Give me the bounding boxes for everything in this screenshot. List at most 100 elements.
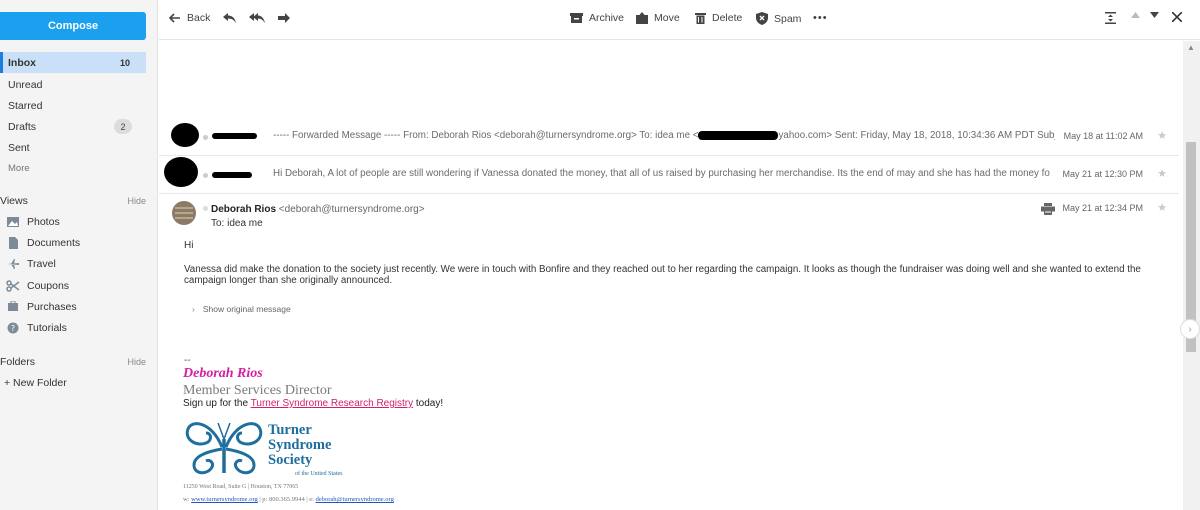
move-button[interactable]: Move <box>636 12 680 24</box>
print-button[interactable] <box>1041 203 1055 218</box>
thread-message-row[interactable]: ----- Forwarded Message ----- From: Debo… <box>159 118 1179 156</box>
chevron-right-icon: › <box>192 304 195 314</box>
expand-collapse-icon <box>1105 12 1116 24</box>
shield-icon <box>756 12 768 25</box>
folders-hide-link[interactable]: Hide <box>127 357 146 367</box>
move-icon <box>636 12 648 24</box>
snippet-text: yahoo.com> Sent: Friday, May 18, 2018, 1… <box>778 130 1055 141</box>
compose-button[interactable]: Compose <box>0 12 146 40</box>
star-icon[interactable]: ★ <box>1157 167 1167 180</box>
sender-line: Deborah Rios <deborah@turnersyndrome.org… <box>211 204 425 215</box>
back-label: Back <box>187 12 211 24</box>
status-dot <box>203 173 208 178</box>
scissors-icon <box>6 280 20 292</box>
caret-up-icon <box>1131 12 1140 18</box>
logo-text-line: Syndrome <box>268 437 332 453</box>
thread-message-row[interactable]: Hi Deborah, A lot of people are still wo… <box>159 156 1179 194</box>
archive-label: Archive <box>589 12 625 24</box>
sidebar-item-sent[interactable]: Sent <box>0 137 146 158</box>
forward-button[interactable] <box>277 12 297 24</box>
message-body-line: Vanessa did make the donation to the soc… <box>184 264 1141 275</box>
star-icon[interactable]: ★ <box>1157 129 1167 142</box>
sidebar-item-tutorials[interactable]: ? Tutorials <box>6 322 67 334</box>
more-actions-button[interactable]: ••• <box>813 12 828 24</box>
message-pane: ----- Forwarded Message ----- From: Debo… <box>159 41 1183 510</box>
next-message-button[interactable] <box>1150 12 1165 18</box>
sidebar-item-label: Purchases <box>27 301 77 313</box>
forward-icon <box>278 13 290 23</box>
sidebar-item-inbox[interactable]: Inbox 10 <box>0 52 146 73</box>
redacted-sender <box>212 172 252 178</box>
sidebar-item-label: Travel <box>27 258 56 270</box>
registry-link[interactable]: Turner Syndrome Research Registry <box>251 398 413 409</box>
signup-text: today! <box>413 398 444 409</box>
logo-text-line: Turner <box>268 422 312 438</box>
sidebar-item-label: Drafts <box>8 120 37 133</box>
sidebar-item-photos[interactable]: Photos <box>6 216 60 228</box>
message-snippet: ----- Forwarded Message ----- From: Debo… <box>273 130 1055 141</box>
butterfly-logo-icon <box>185 422 263 475</box>
delete-button[interactable]: Delete <box>695 12 742 24</box>
reply-all-button[interactable] <box>249 12 272 24</box>
logo-wordmark: Turner Syndrome Society <box>268 423 331 468</box>
move-label: Move <box>654 12 680 24</box>
status-dot <box>203 135 208 140</box>
signature-title: Member Services Director <box>183 383 332 398</box>
sidebar-item-label: Coupons <box>27 280 70 292</box>
sidebar-item-label: Starred <box>8 99 43 112</box>
scrollbar[interactable]: ▲ <box>1183 41 1200 510</box>
sender-name[interactable]: Deborah Rios <box>211 204 276 215</box>
sidebar-item-coupons[interactable]: Coupons <box>6 280 69 292</box>
sender-email: <deborah@turnersyndrome.org> <box>278 204 425 215</box>
recipient-line: To: idea me <box>211 218 263 229</box>
back-button[interactable]: Back <box>169 12 210 24</box>
redacted-email <box>698 130 779 140</box>
sidebar: Compose Inbox 10 Unread Starred Drafts 2… <box>0 0 158 510</box>
sidebar-item-label: Documents <box>27 237 81 249</box>
archive-icon <box>570 13 583 23</box>
sidebar-item-drafts[interactable]: Drafts 2 <box>0 116 146 137</box>
redacted-avatar <box>171 123 199 147</box>
folders-header: Folders Hide <box>0 356 146 368</box>
spam-label: Spam <box>774 12 802 25</box>
chevron-right-icon[interactable]: › <box>1180 319 1200 339</box>
snippet-text: ----- Forwarded Message ----- From: Debo… <box>273 130 699 141</box>
sidebar-item-travel[interactable]: Travel <box>6 258 56 270</box>
website-link[interactable]: www.turnersyndrome.org <box>191 496 258 503</box>
archive-button[interactable]: Archive <box>570 12 624 24</box>
arrow-left-icon <box>169 13 180 23</box>
sidebar-item-documents[interactable]: Documents <box>6 237 80 249</box>
close-button[interactable] <box>1172 12 1188 22</box>
scroll-up-icon[interactable]: ▲ <box>1187 43 1195 52</box>
contact-text: | p: 800.365.9944 | e: <box>257 496 316 503</box>
signature-name: Deborah Rios <box>183 366 263 381</box>
sidebar-item-starred[interactable]: Starred <box>0 95 146 116</box>
sidebar-item-more[interactable]: More <box>0 158 146 179</box>
message-body-line: campaign longer than she originally anno… <box>184 275 393 286</box>
message-date: May 21 at 12:30 PM <box>1062 169 1143 179</box>
previous-message-button[interactable] <box>1131 12 1146 18</box>
email-link[interactable]: deborah@turnersyndrome.org <box>316 496 394 503</box>
expand-button[interactable] <box>1105 12 1122 24</box>
star-icon[interactable]: ★ <box>1157 201 1167 214</box>
reply-button[interactable] <box>222 12 243 24</box>
close-icon <box>1172 12 1182 22</box>
sidebar-item-label: Photos <box>27 216 60 228</box>
caret-down-icon <box>1150 12 1159 18</box>
show-original-toggle[interactable]: › Show original message <box>192 304 291 314</box>
trash-icon <box>695 13 706 24</box>
spam-button[interactable]: Spam <box>756 12 801 25</box>
signup-text: Sign up for the <box>183 398 251 409</box>
delete-label: Delete <box>712 12 743 24</box>
reply-icon <box>223 13 236 23</box>
printer-icon <box>1041 203 1055 215</box>
photo-icon <box>7 217 19 227</box>
sidebar-item-purchases[interactable]: Purchases <box>6 301 77 313</box>
views-hide-link[interactable]: Hide <box>127 196 146 206</box>
avatar <box>172 201 196 225</box>
redacted-avatar <box>164 157 198 187</box>
sidebar-item-unread[interactable]: Unread <box>0 74 146 95</box>
new-folder-link[interactable]: + New Folder <box>4 377 67 389</box>
signature-separator: -- <box>184 355 191 366</box>
drafts-count-badge: 2 <box>114 119 132 134</box>
